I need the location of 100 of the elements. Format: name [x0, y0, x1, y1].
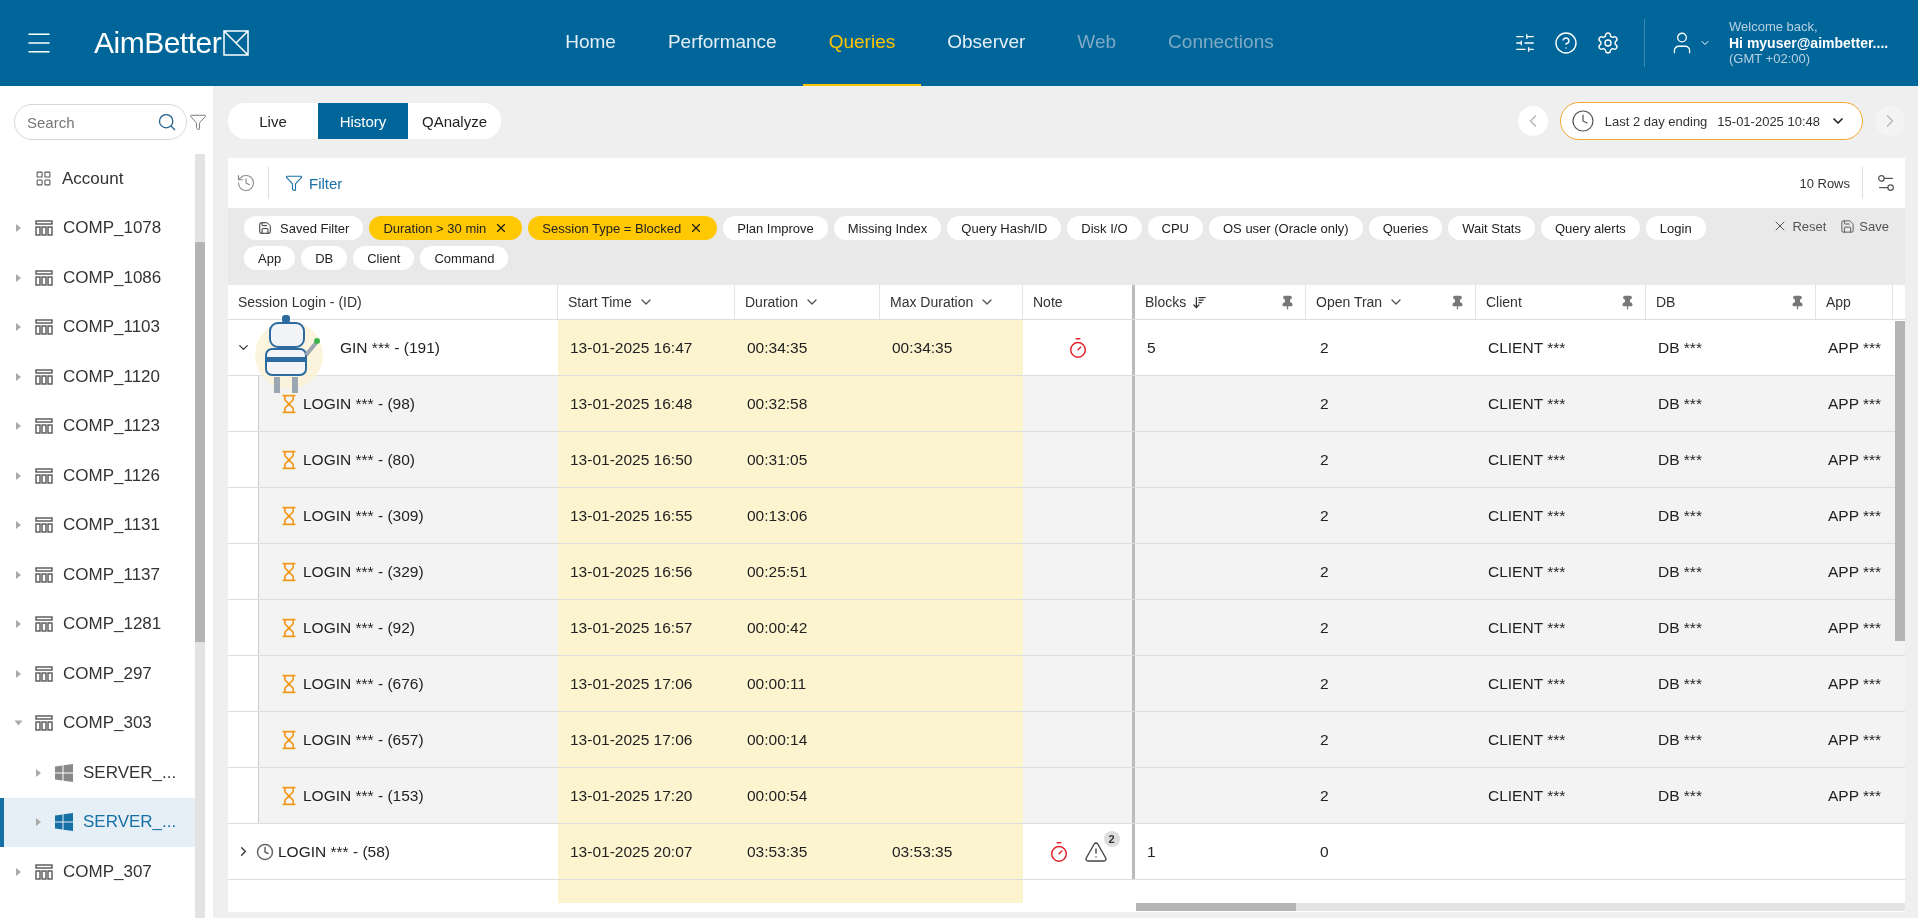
filter-chip[interactable]: OS user (Oracle only) [1209, 216, 1363, 240]
filter-tab[interactable]: Filter [281, 174, 347, 192]
server-rack-icon [35, 616, 53, 633]
tree-item[interactable]: SERVER_... [0, 748, 195, 798]
tree-item[interactable]: COMP_1281 [0, 599, 195, 649]
table-cell-text: DB *** [1657, 617, 1703, 638]
tree-item[interactable]: COMP_1086 [0, 253, 195, 303]
tree-item[interactable]: COMP_1131 [0, 500, 195, 550]
collapsed-triangle-icon [16, 669, 21, 678]
table-cell: 00:34:35 [880, 320, 1023, 375]
table-cell: 03:53:35 [735, 824, 880, 879]
table-cell: 13-01-2025 16:47 [558, 320, 735, 375]
filter-chip[interactable]: Command [420, 246, 509, 270]
hourglass-icon [279, 617, 299, 638]
tree-item[interactable]: COMP_297 [0, 649, 195, 699]
help-icon[interactable] [1554, 31, 1578, 55]
tree-item[interactable]: COMP_1123 [0, 401, 195, 451]
nav-tab[interactable]: Queries [802, 0, 922, 86]
table-cell: 13-01-2025 20:07 [558, 824, 735, 879]
filter-chip[interactable]: Disk I/O [1067, 216, 1142, 240]
filter-chip[interactable]: Wait Stats [1448, 216, 1535, 240]
login-text: LOGIN *** - (92) [303, 618, 415, 637]
table-cell-text: CLIENT *** [1487, 785, 1567, 806]
pin-icon[interactable] [1280, 294, 1295, 310]
filter-chip[interactable]: App [244, 246, 296, 270]
server-rack-icon [35, 418, 53, 435]
login-text: LOGIN *** - (80) [303, 450, 415, 469]
action-button[interactable]: Reset [1772, 218, 1827, 234]
filter-chip[interactable]: CPU [1147, 216, 1203, 240]
server-rack-icon [35, 566, 53, 583]
sliders-icon[interactable] [1514, 32, 1536, 54]
count-badge: 2 [1103, 830, 1120, 847]
table-cell-text: APP *** [1827, 337, 1883, 358]
filter-chip[interactable]: Query alerts [1541, 216, 1640, 240]
table-cell: 13-01-2025 16:50 [558, 432, 735, 487]
table-cell-text: CLIENT *** [1487, 393, 1567, 414]
settings-icon[interactable] [1596, 31, 1620, 55]
search-icon [157, 112, 177, 132]
table-cell-text: APP *** [1827, 617, 1883, 638]
server-rack-icon [35, 517, 53, 534]
filter-icon [285, 174, 303, 192]
filter-chip[interactable]: Missing Index [833, 216, 942, 240]
filter-chip[interactable]: Login [1645, 216, 1706, 240]
collapsed-triangle-icon [36, 818, 41, 827]
pin-icon[interactable] [1790, 294, 1805, 310]
table-cell: 00:31:05 [735, 432, 880, 487]
table-cell: 00:34:35 [735, 320, 880, 375]
filter-chip[interactable]: Client [353, 246, 415, 270]
table-cell: 00:00:14 [735, 712, 880, 767]
view-tab[interactable]: History [318, 103, 408, 139]
time-range-button[interactable]: Last 2 day ending 15-01-2025 10:48 [1559, 102, 1863, 140]
history-icon[interactable] [236, 173, 256, 193]
login-text: LOGIN *** - (309) [303, 506, 424, 525]
tree-item[interactable]: COMP_1120 [0, 352, 195, 402]
pin-icon[interactable] [1450, 294, 1465, 310]
filter-chip[interactable]: Queries [1368, 216, 1443, 240]
column-settings-icon[interactable] [1875, 172, 1897, 194]
clock-icon [256, 842, 274, 861]
filter-chip[interactable]: Query Hash/ID [947, 216, 1062, 240]
table-cell-text: APP *** [1827, 785, 1883, 806]
grid-icon [35, 170, 52, 188]
table-cell-text: 5 [1146, 337, 1157, 358]
filter-chip[interactable]: DB [301, 246, 348, 270]
collapsed-triangle-icon [16, 867, 21, 876]
login-text: LOGIN *** - (329) [303, 562, 424, 581]
tree-item[interactable]: COMP_1126 [0, 451, 195, 501]
table-cell-text: APP *** [1827, 393, 1883, 414]
collapsed-triangle-icon [16, 521, 21, 530]
table-cell: 13-01-2025 16:55 [558, 488, 735, 543]
filter-chip[interactable]: Plan Improve [723, 216, 828, 240]
filter-chip[interactable]: Saved Filter [244, 216, 364, 240]
collapsed-triangle-icon [16, 224, 21, 233]
tree-item[interactable]: COMP_1137 [0, 550, 195, 600]
tree-item[interactable]: COMP_303 [0, 698, 195, 748]
tree-item[interactable]: SERVER_... [0, 797, 195, 847]
tree-item[interactable]: COMP_1078 [0, 203, 195, 253]
collapsed-triangle-icon [16, 570, 21, 579]
logo-icon [223, 30, 250, 56]
filter-icon[interactable] [189, 113, 207, 131]
expanded-triangle-icon [14, 720, 23, 726]
hourglass-icon [279, 561, 299, 582]
table-cell-text: CLIENT *** [1487, 617, 1567, 638]
login-text: LOGIN *** - (153) [303, 786, 424, 805]
table-cell: 03:53:35 [880, 824, 1023, 879]
collapsed-triangle-icon [36, 768, 41, 777]
tree-item[interactable]: COMP_1103 [0, 302, 195, 352]
nav-tab[interactable]: Observer [921, 0, 1052, 86]
search-field[interactable]: Search [14, 104, 187, 140]
nav-tab[interactable]: Home [539, 0, 642, 86]
pin-icon[interactable] [1620, 294, 1635, 310]
collapsed-triangle-icon [16, 372, 21, 381]
tree-item[interactable]: Account [0, 154, 195, 204]
nav-tab[interactable]: Performance [641, 0, 803, 86]
filter-chip[interactable]: Duration > 30 min [369, 216, 523, 240]
tree-item[interactable]: COMP_307 [0, 847, 195, 897]
table-cell-text: DB *** [1657, 785, 1703, 806]
windows-icon [55, 763, 73, 782]
filter-chip[interactable]: Session Type = Blocked [528, 216, 718, 240]
action-button[interactable]: Save [1840, 218, 1889, 234]
table-cell-text: APP *** [1827, 449, 1883, 470]
